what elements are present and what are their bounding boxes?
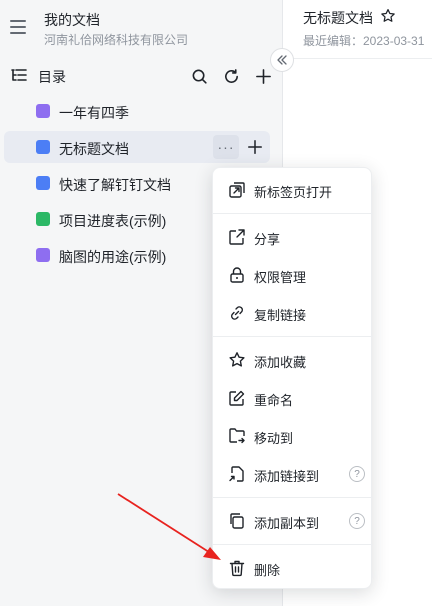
sheet-icon xyxy=(36,212,50,226)
plus-icon xyxy=(248,140,262,154)
tree-item-label: 快速了解钉钉文档 xyxy=(59,177,171,193)
add-child-button[interactable] xyxy=(244,135,266,159)
refresh-button[interactable] xyxy=(220,65,242,87)
open-new-tab-icon xyxy=(229,182,245,198)
menu-label: 删除 xyxy=(254,563,281,578)
menu-add-favorite[interactable]: 添加收藏 xyxy=(219,342,367,378)
help-icon[interactable]: ? xyxy=(349,466,365,482)
doc-title[interactable]: 无标题文档 xyxy=(303,8,373,28)
workspace-org: 河南礼佮网络科技有限公司 xyxy=(44,33,189,47)
divider xyxy=(283,58,432,59)
menu-label: 复制链接 xyxy=(254,308,307,323)
menu-divider xyxy=(213,544,373,545)
star-icon xyxy=(229,352,245,367)
add-link-icon xyxy=(229,466,244,482)
collapse-sidebar-button[interactable] xyxy=(270,48,294,72)
link-icon xyxy=(231,306,243,320)
context-menu: 新标签页打开 分享 权限管理 复制链接 添加收藏 重命名 移动到 添加链接到 ?… xyxy=(212,167,373,589)
more-options-button[interactable]: ··· xyxy=(213,135,239,159)
menu-divider xyxy=(213,336,373,337)
tree-item-active[interactable]: 无标题文档 ··· xyxy=(4,131,270,163)
tree-item-label: 项目进度表(示例) xyxy=(59,213,167,229)
tree-item-label: 脑图的用途(示例) xyxy=(59,249,167,265)
menu-label: 新标签页打开 xyxy=(254,185,333,200)
add-button[interactable] xyxy=(252,65,274,87)
menu-add-copy-to[interactable]: 添加副本到 ? xyxy=(219,503,367,539)
tree-item-label: 一年有四季 xyxy=(59,105,129,121)
last-edited: 最近编辑：2023-03-31 xyxy=(303,34,425,48)
menu-delete[interactable]: 删除 xyxy=(219,550,367,586)
help-icon[interactable]: ? xyxy=(349,513,365,529)
tree-item-label: 无标题文档 xyxy=(59,141,129,157)
lock-icon xyxy=(230,267,244,283)
menu-permissions[interactable]: 权限管理 xyxy=(219,257,367,293)
search-button[interactable] xyxy=(188,65,210,87)
edit-icon xyxy=(229,390,245,406)
menu-add-link-to[interactable]: 添加链接到 ? xyxy=(219,456,367,492)
mindmap-icon xyxy=(36,248,50,262)
menu-icon[interactable] xyxy=(10,20,26,34)
refresh-icon xyxy=(224,68,238,83)
copy-icon xyxy=(230,513,244,529)
mindmap-icon xyxy=(36,104,50,118)
chevrons-left-icon xyxy=(277,55,287,65)
menu-label: 添加收藏 xyxy=(254,355,307,370)
menu-label: 添加链接到 xyxy=(254,469,320,484)
move-folder-icon xyxy=(229,428,245,444)
menu-divider xyxy=(213,213,373,214)
trash-icon xyxy=(229,560,245,577)
doc-icon xyxy=(36,140,50,154)
workspace-name[interactable]: 我的文档 xyxy=(44,10,100,30)
app-window: 我的文档 河南礼佮网络科技有限公司 目录 一年有四季 无标题文档 ··· 快速了… xyxy=(0,0,432,606)
tree-item[interactable]: 一年有四季 xyxy=(4,95,270,127)
toc-title: 目录 xyxy=(38,69,66,85)
share-icon xyxy=(229,229,245,245)
outline-icon xyxy=(11,69,27,81)
search-icon xyxy=(192,69,207,84)
doc-icon xyxy=(36,176,50,190)
menu-label: 权限管理 xyxy=(254,270,307,285)
menu-label: 分享 xyxy=(254,232,281,247)
menu-rename[interactable]: 重命名 xyxy=(219,380,367,416)
menu-share[interactable]: 分享 xyxy=(219,219,367,255)
menu-divider xyxy=(213,497,373,498)
star-icon[interactable] xyxy=(380,8,396,24)
toc-header: 目录 xyxy=(0,62,282,90)
menu-copy-link[interactable]: 复制链接 xyxy=(219,295,367,331)
menu-label: 添加副本到 xyxy=(254,516,320,531)
plus-icon xyxy=(255,68,271,84)
menu-open-new-tab[interactable]: 新标签页打开 xyxy=(219,172,367,208)
menu-move-to[interactable]: 移动到 xyxy=(219,418,367,454)
menu-label: 移动到 xyxy=(254,431,294,446)
menu-label: 重命名 xyxy=(254,393,294,408)
